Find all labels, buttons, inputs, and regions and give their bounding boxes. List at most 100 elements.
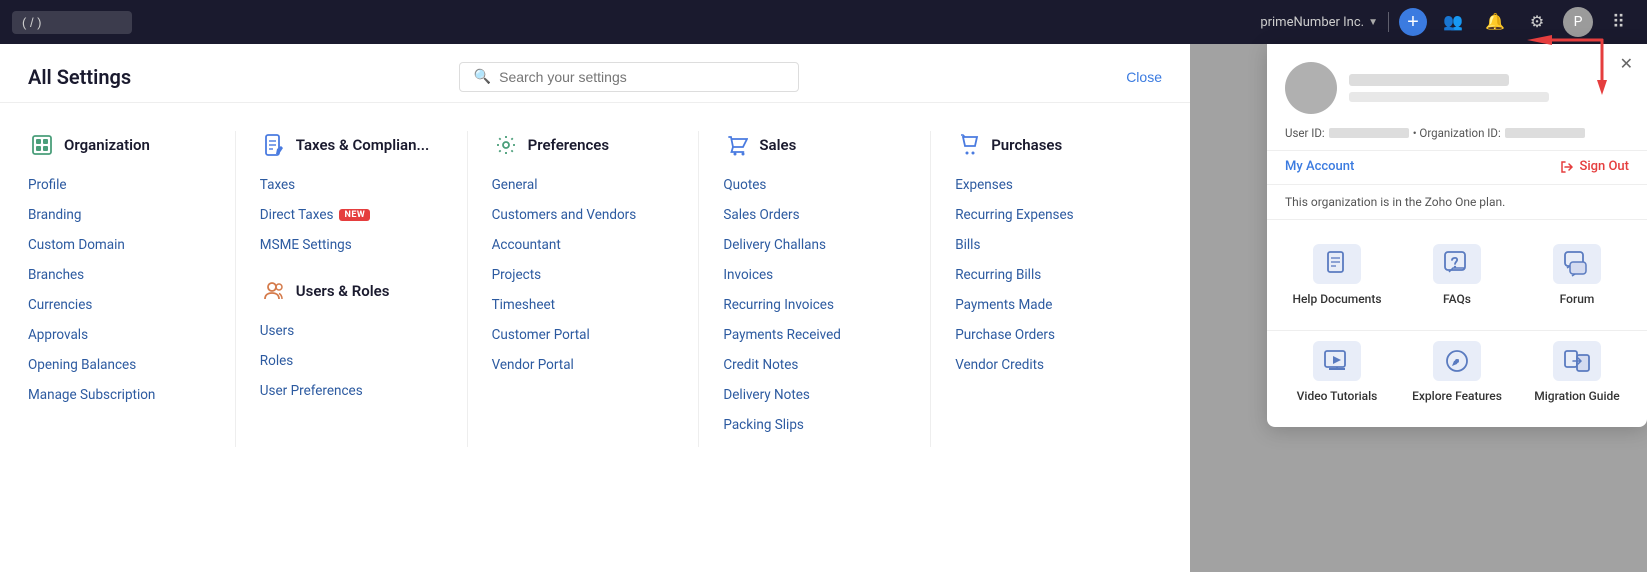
purchases-payments-made[interactable]: Payments Made — [955, 297, 1138, 313]
purchases-icon — [955, 131, 983, 159]
sales-invoices[interactable]: Invoices — [723, 267, 906, 283]
resource-help-documents[interactable]: Help Documents — [1277, 234, 1397, 316]
sales-header: Sales — [723, 131, 906, 159]
sales-delivery-notes[interactable]: Delivery Notes — [723, 387, 906, 403]
taxes-header: Taxes & Complian... — [260, 131, 443, 159]
settings-button[interactable]: ⚙ — [1521, 6, 1553, 38]
purchases-recurring-bills[interactable]: Recurring Bills — [955, 267, 1138, 283]
settings-search-input[interactable] — [499, 69, 784, 85]
user-preferences-item[interactable]: User Preferences — [260, 383, 443, 399]
sales-credit-notes[interactable]: Credit Notes — [723, 357, 906, 373]
purchases-items: Expenses Recurring Expenses Bills Recurr… — [955, 177, 1138, 373]
organization-icon — [28, 131, 56, 159]
user-id-label: User ID: — [1285, 126, 1325, 140]
users-roles-icon — [260, 277, 288, 305]
topnav-right: primeNumber Inc. ▼ + 👥 🔔 ⚙ P ⠿ — [1260, 6, 1635, 38]
purchases-bills[interactable]: Bills — [955, 237, 1138, 253]
pref-customer-portal[interactable]: Customer Portal — [492, 327, 675, 343]
users-roles-section: Users & Roles Users Roles User Preferenc… — [260, 277, 443, 399]
purchases-purchase-orders[interactable]: Purchase Orders — [955, 327, 1138, 343]
resource-migration-guide[interactable]: Migration Guide — [1517, 331, 1637, 413]
popup-resources-row1: Help Documents FAQs Forum — [1267, 220, 1647, 331]
faqs-icon — [1433, 244, 1481, 284]
sales-quotes[interactable]: Quotes — [723, 177, 906, 193]
popup-user-name-bar — [1349, 74, 1509, 86]
popup-close-button[interactable]: ✕ — [1620, 54, 1633, 74]
topnav-left — [12, 11, 132, 34]
video-tutorials-label: Video Tutorials — [1297, 389, 1378, 403]
notifications-button[interactable]: 🔔 — [1479, 6, 1511, 38]
sign-out-icon — [1560, 160, 1574, 174]
purchases-expenses[interactable]: Expenses — [955, 177, 1138, 193]
resource-faqs[interactable]: FAQs — [1397, 234, 1517, 316]
organization-column: Organization Profile Branding Custom Dom… — [28, 131, 236, 447]
pref-vendor-portal[interactable]: Vendor Portal — [492, 357, 675, 373]
profile-popup: ✕ User ID: • Organization ID: My Account… — [1267, 44, 1647, 427]
org-item-branches[interactable]: Branches — [28, 267, 211, 283]
popup-user-info — [1349, 74, 1629, 102]
direct-taxes-label: Direct Taxes — [260, 207, 334, 223]
purchases-header: Purchases — [955, 131, 1138, 159]
sign-out-link[interactable]: Sign Out — [1560, 159, 1629, 174]
sales-payments-received[interactable]: Payments Received — [723, 327, 906, 343]
pref-general[interactable]: General — [492, 177, 675, 193]
resource-explore-features[interactable]: Explore Features — [1397, 331, 1517, 413]
taxes-title: Taxes & Complian... — [296, 136, 429, 154]
org-item-manage-subscription[interactable]: Manage Subscription — [28, 387, 211, 403]
popup-ids: User ID: • Organization ID: — [1267, 126, 1647, 150]
settings-search-wrapper: 🔍 — [459, 62, 799, 92]
sales-title: Sales — [759, 136, 796, 154]
org-item-approvals[interactable]: Approvals — [28, 327, 211, 343]
my-account-link[interactable]: My Account — [1285, 159, 1354, 174]
users-item[interactable]: Users — [260, 323, 443, 339]
company-name: primeNumber Inc. — [1260, 15, 1364, 30]
migration-guide-icon — [1553, 341, 1601, 381]
settings-panel: All Settings 🔍 Close Organization Profil… — [0, 44, 1190, 572]
organization-header: Organization — [28, 131, 211, 159]
org-item-branding[interactable]: Branding — [28, 207, 211, 223]
pref-timesheet[interactable]: Timesheet — [492, 297, 675, 313]
sales-recurring-invoices[interactable]: Recurring Invoices — [723, 297, 906, 313]
sales-items: Quotes Sales Orders Delivery Challans In… — [723, 177, 906, 433]
taxes-column: Taxes & Complian... Taxes Direct Taxes N… — [260, 131, 468, 447]
people-icon-button[interactable]: 👥 — [1437, 6, 1469, 38]
org-id-bar — [1505, 128, 1585, 138]
purchases-vendor-credits[interactable]: Vendor Credits — [955, 357, 1138, 373]
sales-orders[interactable]: Sales Orders — [723, 207, 906, 223]
pref-accountant[interactable]: Accountant — [492, 237, 675, 253]
forum-label: Forum — [1560, 292, 1595, 306]
org-item-custom-domain[interactable]: Custom Domain — [28, 237, 211, 253]
popup-actions: My Account Sign Out — [1267, 150, 1647, 185]
preferences-title: Preferences — [528, 136, 610, 154]
resource-video-tutorials[interactable]: Video Tutorials — [1277, 331, 1397, 413]
org-id-label: • Organization ID: — [1413, 126, 1501, 140]
sales-delivery-challans[interactable]: Delivery Challans — [723, 237, 906, 253]
explore-features-icon — [1433, 341, 1481, 381]
purchases-column: Purchases Expenses Recurring Expenses Bi… — [955, 131, 1162, 447]
purchases-recurring-expenses[interactable]: Recurring Expenses — [955, 207, 1138, 223]
add-new-button[interactable]: + — [1399, 8, 1427, 36]
popup-resources-row2: Video Tutorials Explore Features Migrati… — [1267, 331, 1647, 427]
pref-customers-vendors[interactable]: Customers and Vendors — [492, 207, 675, 223]
pref-projects[interactable]: Projects — [492, 267, 675, 283]
sign-out-label: Sign Out — [1579, 159, 1629, 174]
organization-items: Profile Branding Custom Domain Branches … — [28, 177, 211, 403]
topnav-search-input[interactable] — [12, 11, 132, 34]
taxes-item-direct-taxes[interactable]: Direct Taxes NEW — [260, 207, 443, 223]
sales-packing-slips[interactable]: Packing Slips — [723, 417, 906, 433]
taxes-item-taxes[interactable]: Taxes — [260, 177, 443, 193]
settings-close-button[interactable]: Close — [1126, 69, 1162, 85]
resource-forum[interactable]: Forum — [1517, 234, 1637, 316]
org-item-currencies[interactable]: Currencies — [28, 297, 211, 313]
preferences-icon — [492, 131, 520, 159]
taxes-item-msme[interactable]: MSME Settings — [260, 237, 443, 253]
migration-guide-label: Migration Guide — [1534, 389, 1619, 403]
users-roles-header: Users & Roles — [260, 277, 443, 305]
org-item-opening-balances[interactable]: Opening Balances — [28, 357, 211, 373]
company-selector[interactable]: primeNumber Inc. ▼ — [1260, 15, 1378, 30]
settings-grid: Organization Profile Branding Custom Dom… — [0, 103, 1190, 475]
roles-item[interactable]: Roles — [260, 353, 443, 369]
avatar[interactable]: P — [1563, 7, 1593, 37]
apps-grid-button[interactable]: ⠿ — [1603, 6, 1635, 38]
org-item-profile[interactable]: Profile — [28, 177, 211, 193]
